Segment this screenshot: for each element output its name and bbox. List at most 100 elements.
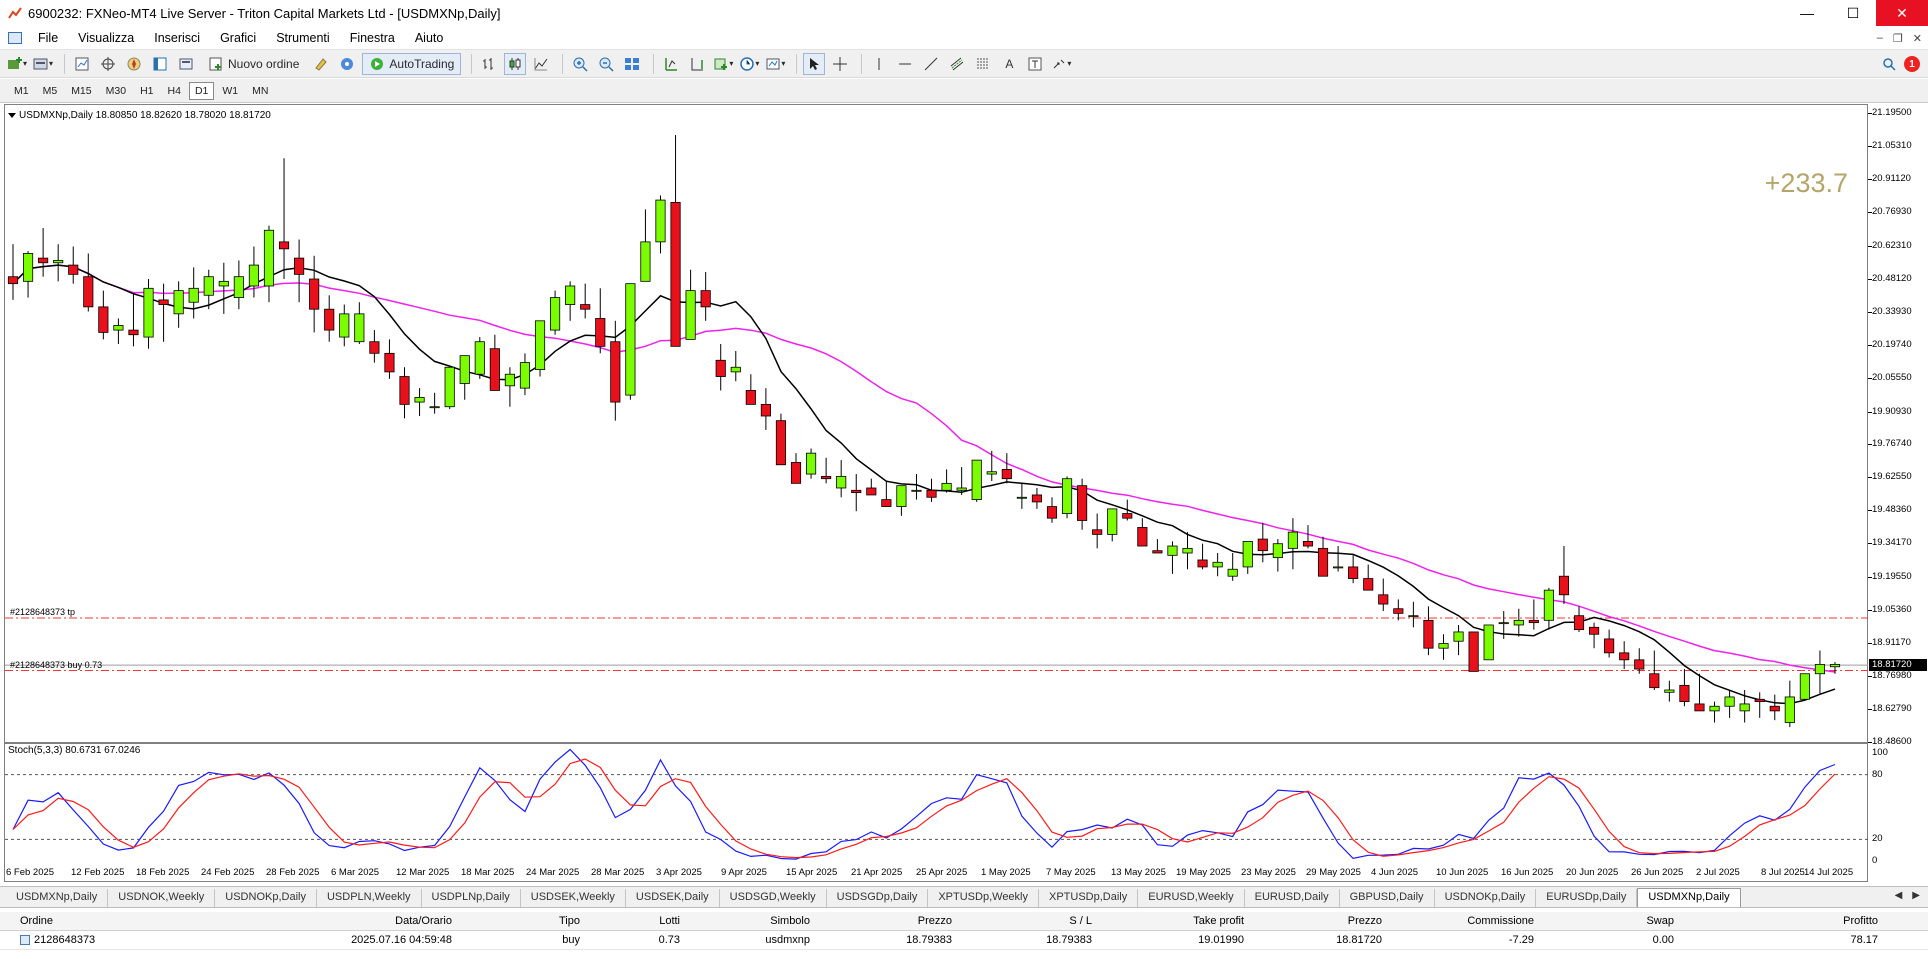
chart-doc-icon[interactable] — [8, 31, 22, 44]
tile-windows-button[interactable] — [621, 53, 643, 75]
column-header[interactable]: Take profit — [1096, 915, 1248, 927]
timeframe-m15[interactable]: M15 — [65, 82, 97, 100]
menu-strumenti[interactable]: Strumenti — [266, 31, 340, 45]
navigator-button[interactable] — [123, 53, 145, 75]
mdi-restore-icon[interactable]: ❐ — [1893, 32, 1903, 45]
periods-button[interactable]: ▾ — [738, 53, 760, 75]
timeframe-m5[interactable]: M5 — [37, 82, 64, 100]
maximize-button[interactable]: ☐ — [1830, 0, 1876, 26]
stoch-axis-label: 100 — [1872, 747, 1888, 758]
chart-tab[interactable]: USDSGDp,Daily — [827, 889, 929, 907]
autotrading-button[interactable]: AutoTrading — [362, 52, 462, 75]
date-axis-label: 28 Mar 2025 — [591, 867, 645, 878]
auto-scroll-button[interactable] — [686, 53, 708, 75]
chart-tab[interactable]: USDPLN,Weekly — [317, 889, 422, 907]
bar-chart-button[interactable] — [478, 53, 500, 75]
templates-button[interactable]: ▾ — [764, 53, 786, 75]
new-order-button[interactable]: Nuovo ordine — [201, 53, 306, 75]
zoom-in-button[interactable] — [569, 53, 591, 75]
column-header[interactable]: Tipo — [456, 915, 584, 927]
vertical-line-button[interactable] — [868, 53, 890, 75]
menu-visualizza[interactable]: Visualizza — [68, 31, 144, 45]
candlestick-button[interactable] — [504, 52, 527, 75]
menu-file[interactable]: File — [28, 31, 68, 45]
equidistant-channel-button[interactable] — [946, 53, 968, 75]
mdi-minimize-icon[interactable]: ‒ — [1877, 32, 1883, 44]
chart-shift-button[interactable] — [660, 53, 682, 75]
chart-tab[interactable]: USDNOKp,Daily — [215, 889, 317, 907]
column-header[interactable]: Ordine — [0, 915, 200, 927]
order-buy-label[interactable]: #2128648373 buy 0.73 — [10, 660, 102, 670]
chart-tab[interactable]: XPTUSDp,Daily — [1039, 889, 1139, 907]
profiles-button[interactable]: ▾ — [32, 53, 54, 75]
chart-tab[interactable]: USDPLNp,Daily — [422, 889, 521, 907]
chart-canvas[interactable] — [5, 105, 1869, 883]
timeframe-m1[interactable]: M1 — [8, 82, 35, 100]
chart-tab[interactable]: USDMXNp,Daily — [6, 889, 109, 907]
chart-tab[interactable]: XPTUSDp,Weekly — [928, 889, 1039, 907]
column-header[interactable]: Swap — [1538, 915, 1678, 927]
mdi-close-icon[interactable]: ✕ — [1913, 32, 1922, 45]
chart-tab[interactable]: USDMXNp,Daily — [1637, 888, 1741, 907]
timeframe-h4[interactable]: H4 — [162, 82, 187, 100]
crosshair-button[interactable] — [829, 53, 851, 75]
price-axis-label: 18.91170 — [1872, 637, 1911, 649]
market-watch-button[interactable] — [71, 53, 93, 75]
timeframe-w1[interactable]: W1 — [216, 82, 244, 100]
candle — [1423, 606, 1434, 656]
chart-tab[interactable]: USDNOKp,Daily — [1435, 889, 1537, 907]
chart-tab[interactable]: EURUSD,Daily — [1245, 889, 1340, 907]
tab-scroll-left-icon[interactable]: ◀ — [1895, 890, 1903, 901]
column-header[interactable]: Profitto — [1678, 915, 1888, 927]
search-icon[interactable] — [1882, 57, 1896, 71]
horizontal-line-button[interactable] — [894, 53, 916, 75]
terminal-button[interactable] — [149, 53, 171, 75]
arrows-button[interactable]: ▾ — [1050, 53, 1072, 75]
column-header[interactable]: Commissione — [1386, 915, 1538, 927]
strategy-tester-button[interactable] — [175, 53, 197, 75]
meta-editor-button[interactable] — [310, 53, 332, 75]
timeframe-mn[interactable]: MN — [246, 82, 274, 100]
chart-tab[interactable]: USDSEK,Weekly — [521, 889, 626, 907]
menu-grafici[interactable]: Grafici — [210, 31, 266, 45]
signals-button[interactable] — [336, 53, 358, 75]
chart-tab[interactable]: USDSGD,Weekly — [720, 889, 827, 907]
menu-inserisci[interactable]: Inserisci — [144, 31, 210, 45]
timeframe-m30[interactable]: M30 — [100, 82, 132, 100]
tab-scroll-right-icon[interactable]: ▶ — [1912, 890, 1920, 901]
column-header[interactable]: S / L — [956, 915, 1096, 927]
notification-badge[interactable]: 1 — [1904, 56, 1920, 72]
indicators-button[interactable]: ▾ — [712, 53, 734, 75]
menu-finestra[interactable]: Finestra — [340, 31, 405, 45]
menu-aiuto[interactable]: Aiuto — [405, 31, 454, 45]
timeframe-d1[interactable]: D1 — [188, 81, 215, 100]
column-header[interactable]: Data/Orario — [200, 915, 456, 927]
data-window-button[interactable] — [97, 53, 119, 75]
chart-tab[interactable]: USDNOK,Weekly — [108, 889, 216, 907]
column-header[interactable]: Prezzo — [1248, 915, 1386, 927]
chart-tab[interactable]: USDSEK,Daily — [626, 889, 720, 907]
close-button[interactable]: ✕ — [1876, 0, 1928, 26]
zoom-out-button[interactable] — [595, 53, 617, 75]
table-row[interactable]: 2128648373 2025.07.16 04:59:48 buy 0.73 usdm… — [0, 931, 1928, 950]
line-chart-button[interactable] — [530, 53, 552, 75]
chart-tab[interactable]: GBPUSD,Daily — [1340, 889, 1435, 907]
collapse-triangle-icon[interactable] — [8, 112, 16, 118]
chart-tab[interactable]: EURUSDp,Daily — [1536, 889, 1638, 907]
chart-window[interactable] — [4, 104, 1869, 883]
trendline-button[interactable] — [920, 53, 942, 75]
fibonacci-button[interactable] — [972, 53, 994, 75]
price-axis[interactable]: 21.19500 21.05310 20.91120 20.76930 20.62310… — [1868, 104, 1928, 747]
text-button[interactable]: A — [998, 53, 1020, 75]
chart-tab[interactable]: EURUSD,Weekly — [1138, 889, 1245, 907]
column-header[interactable]: Simbolo — [684, 915, 814, 927]
new-chart-button[interactable]: ▾ — [6, 53, 28, 75]
column-header[interactable]: Prezzo — [814, 915, 956, 927]
timeframe-h1[interactable]: H1 — [134, 82, 159, 100]
candle — [1453, 624, 1464, 656]
text-label-button[interactable] — [1024, 53, 1046, 75]
cursor-button[interactable] — [803, 52, 826, 75]
column-header[interactable]: Lotti — [584, 915, 684, 927]
order-tp-label[interactable]: #2128648373 tp — [10, 607, 75, 617]
minimize-button[interactable]: — — [1784, 0, 1830, 26]
